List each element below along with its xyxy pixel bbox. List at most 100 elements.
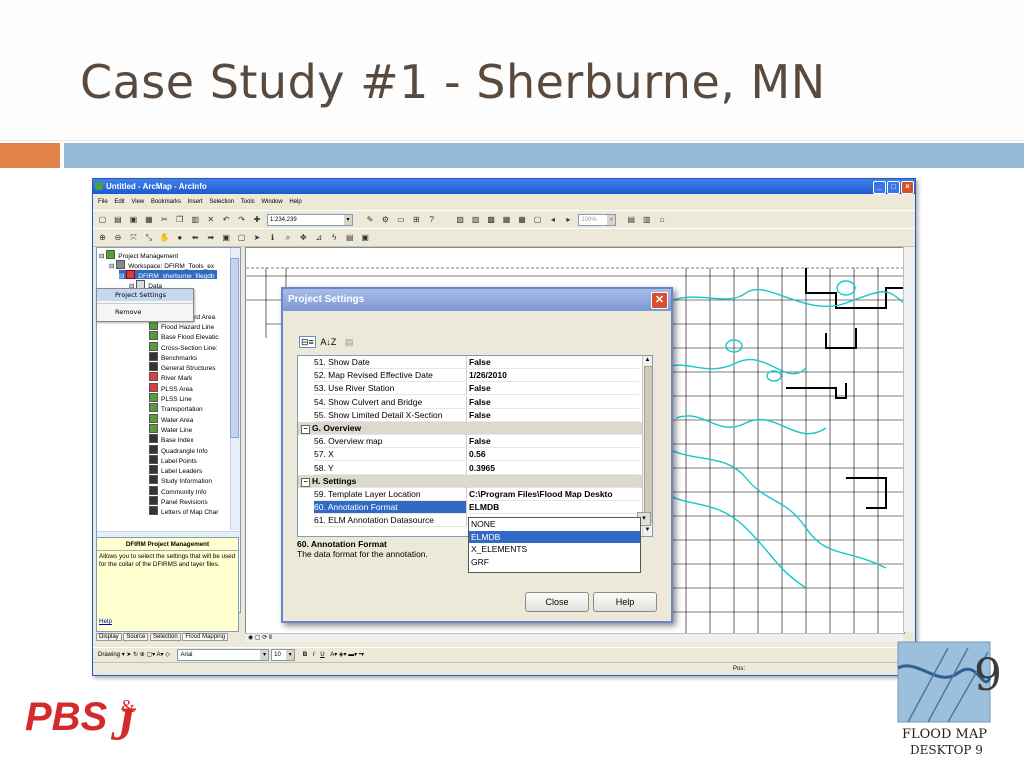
add-data-icon[interactable]: ✚ bbox=[253, 215, 262, 224]
underline-button[interactable]: U bbox=[320, 652, 324, 658]
text-tool-icon[interactable]: A▾ bbox=[157, 652, 166, 658]
tree-item-layer[interactable]: Quadrangle Info bbox=[149, 444, 208, 455]
property-category-row[interactable]: − G. Overview bbox=[298, 422, 642, 435]
map-hscrollbar[interactable]: ◉ ▢ ⟳ Ⅱ bbox=[245, 633, 903, 642]
toggle-draft-icon[interactable]: ▤ bbox=[627, 215, 636, 224]
scroll-up-icon[interactable]: ▲ bbox=[643, 356, 652, 365]
measure-icon[interactable]: ⊿ bbox=[314, 233, 323, 242]
go-to-xy-icon[interactable]: ✥ bbox=[299, 233, 308, 242]
tree-item-layer[interactable]: Label Leaders bbox=[149, 465, 202, 475]
sort-alphabetical-icon[interactable]: A↓Z bbox=[320, 337, 336, 347]
zoom-in-icon[interactable]: ⊕ bbox=[98, 233, 107, 242]
layout-fixed-zoom-in-icon[interactable]: ▦ bbox=[502, 215, 511, 224]
time-slider-icon[interactable]: ▣ bbox=[361, 233, 370, 242]
tree-item-layer[interactable]: Study Information bbox=[149, 475, 212, 485]
menu-view[interactable]: View bbox=[131, 199, 144, 205]
property-grid-scroll-thumb[interactable] bbox=[644, 366, 652, 522]
toc-scrollbar[interactable] bbox=[230, 248, 240, 530]
select-elements-icon[interactable]: ➤ bbox=[253, 233, 262, 242]
select-features-icon[interactable]: ▣ bbox=[222, 233, 231, 242]
property-category-row[interactable]: − H. Settings bbox=[298, 474, 642, 488]
new-document-icon[interactable]: ▢ bbox=[98, 215, 107, 224]
tree-item-layer[interactable]: River Mark bbox=[149, 372, 192, 382]
tab-selection[interactable]: Selection bbox=[150, 633, 181, 641]
close-button[interactable]: Close bbox=[525, 592, 589, 612]
property-row[interactable]: 59. Template Layer Location C:\Program Fi… bbox=[298, 488, 642, 501]
undo-icon[interactable]: ↶ bbox=[222, 215, 231, 224]
layout-view-icon[interactable]: ▢ bbox=[255, 635, 261, 641]
property-row[interactable]: 55. Show Limited Detail X-Section False bbox=[298, 408, 642, 422]
close-icon[interactable]: ✕ bbox=[651, 292, 668, 309]
cut-icon[interactable]: ✂ bbox=[160, 215, 169, 224]
open-folder-icon[interactable]: ▤ bbox=[113, 215, 122, 224]
minimize-button[interactable]: _ bbox=[873, 181, 886, 194]
tree-item-layer[interactable]: Transportation bbox=[149, 403, 203, 413]
layout-zoom-in-icon[interactable]: ▧ bbox=[456, 215, 465, 224]
dropdown-option-none[interactable]: NONE bbox=[469, 518, 640, 531]
data-view-icon[interactable]: ◉ bbox=[248, 635, 253, 641]
tab-flood-mapping[interactable]: Flood Mapping bbox=[182, 633, 229, 641]
map-scale-combo[interactable]: 1:234,239 ▾ bbox=[266, 214, 353, 226]
layout-zoom-out-icon[interactable]: ▨ bbox=[471, 215, 480, 224]
refresh-view-icon[interactable]: ⟳ bbox=[262, 635, 267, 641]
dropdown-option-elmdb[interactable]: ELMDB bbox=[469, 530, 640, 543]
command-line-icon[interactable]: ▭ bbox=[396, 215, 405, 224]
property-row[interactable]: 57. X 0.56 bbox=[298, 448, 642, 462]
edit-vertices-icon[interactable]: ◇ bbox=[165, 652, 170, 658]
tree-item-workspace[interactable]: ⊟ Workspace: DFIRM_Tools_ex bbox=[109, 260, 214, 270]
collapse-icon[interactable]: − bbox=[301, 477, 310, 487]
layout-full-page-icon[interactable]: ▢ bbox=[533, 215, 542, 224]
menu-selection[interactable]: Selection bbox=[209, 199, 234, 205]
map-scrollbar[interactable] bbox=[903, 247, 914, 632]
tree-item-layer[interactable]: Base Flood Elevatic bbox=[149, 331, 218, 341]
paste-icon[interactable]: ▥ bbox=[191, 215, 200, 224]
scroll-down-icon[interactable]: ▼ bbox=[643, 526, 652, 535]
marker-color-icon[interactable]: •▾ bbox=[359, 652, 364, 658]
tree-item-layer[interactable]: Benchmarks bbox=[149, 351, 197, 362]
tree-item-dfirm-selected[interactable]: ⊟ DFIRM_sherburne_filegdb bbox=[119, 270, 217, 280]
bold-button[interactable]: B bbox=[303, 652, 307, 658]
tab-display[interactable]: Display bbox=[96, 633, 122, 641]
menu-insert[interactable]: Insert bbox=[188, 199, 203, 205]
tree-item-layer[interactable]: PLSS Line bbox=[149, 393, 192, 403]
layout-zoom-combo[interactable]: 100% ▾ bbox=[578, 214, 617, 226]
layout-fixed-zoom-out-icon[interactable]: ▦ bbox=[518, 215, 527, 224]
model-builder-icon[interactable]: ⊞ bbox=[412, 215, 421, 224]
save-icon[interactable]: ▣ bbox=[129, 215, 138, 224]
property-row[interactable]: 51. Show Date False bbox=[298, 356, 642, 369]
tree-item-layer[interactable]: Water Line bbox=[149, 423, 192, 434]
tree-item-layer[interactable]: Panel Revisions bbox=[149, 496, 208, 506]
arctoolbox-icon[interactable]: ⚙ bbox=[381, 215, 390, 224]
full-extent-icon[interactable]: ● bbox=[175, 233, 184, 242]
context-menu-remove[interactable]: Remove bbox=[97, 306, 193, 318]
back-extent-icon[interactable]: ⬅ bbox=[191, 233, 200, 242]
menu-file[interactable]: File bbox=[98, 199, 108, 205]
tree-item-layer[interactable]: Letters of Map Char bbox=[149, 506, 218, 516]
property-grid-scrollbar[interactable]: ▲ ▼ bbox=[642, 356, 652, 536]
line-color-icon[interactable]: ▬▾ bbox=[348, 652, 357, 658]
italic-button[interactable]: I bbox=[313, 652, 315, 658]
tree-item-project-management[interactable]: ⊟ Project Management bbox=[99, 250, 178, 260]
hyperlink-icon[interactable]: ϟ bbox=[330, 233, 339, 242]
copy-icon[interactable]: ❐ bbox=[175, 215, 184, 224]
property-row[interactable]: 54. Show Culvert and Bridge False bbox=[298, 395, 642, 409]
drawing-menu[interactable]: Drawing bbox=[98, 652, 120, 658]
dropdown-option-x-elements[interactable]: X_ELEMENTS bbox=[469, 543, 640, 556]
maximize-button[interactable]: □ bbox=[887, 181, 900, 194]
tree-item-layer[interactable]: Label Points bbox=[149, 454, 197, 465]
help-link[interactable]: Help bbox=[99, 618, 112, 625]
collapse-icon[interactable]: − bbox=[301, 425, 310, 434]
pan-icon[interactable]: ✋ bbox=[160, 233, 170, 242]
layout-pan-icon[interactable]: ▩ bbox=[487, 215, 496, 224]
menu-window[interactable]: Window bbox=[261, 199, 282, 205]
identify-icon[interactable]: ℹ bbox=[268, 233, 277, 242]
tree-item-layer[interactable]: Water Area bbox=[149, 413, 193, 424]
fixed-zoom-out-icon[interactable]: ⤡ bbox=[144, 233, 153, 242]
forward-extent-icon[interactable]: ➡ bbox=[206, 233, 215, 242]
close-window-button[interactable]: × bbox=[901, 181, 914, 194]
menu-bookmarks[interactable]: Bookmarks bbox=[151, 199, 181, 205]
font-color-icon[interactable]: A▾ bbox=[330, 652, 337, 658]
property-row[interactable]: 60. Annotation Format ELMDB bbox=[298, 501, 642, 515]
property-pages-icon[interactable]: ▤ bbox=[345, 337, 354, 347]
property-row[interactable]: 52. Map Revised Effective Date 1/26/2010 bbox=[298, 369, 642, 383]
